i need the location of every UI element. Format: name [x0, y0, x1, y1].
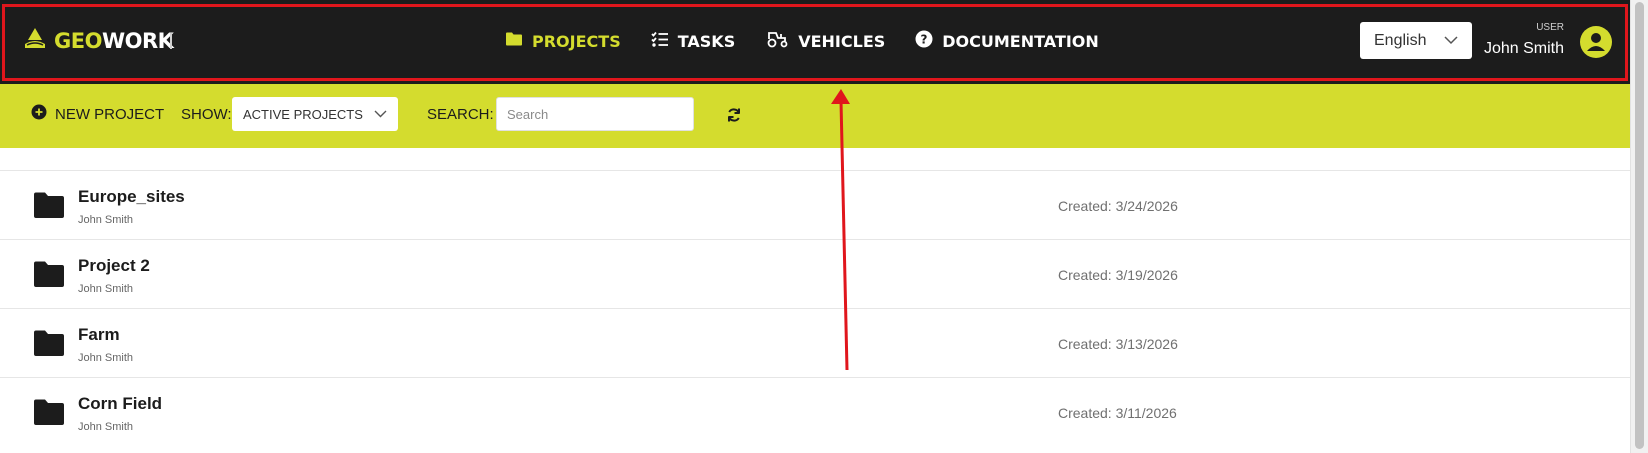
project-owner: John Smith	[78, 283, 134, 295]
refresh-button[interactable]	[724, 105, 744, 125]
scrollbar-thumb[interactable]	[1635, 2, 1644, 449]
avatar[interactable]	[1580, 26, 1612, 58]
user-role: USER	[1536, 22, 1564, 33]
new-project-button[interactable]: NEW PROJECT	[31, 104, 164, 125]
list-item[interactable]: Corn Field John Smith Created: 3/11/2026	[0, 377, 1630, 446]
project-owner: John Smith	[78, 214, 134, 226]
top-nav-bar: GEOWORK PROJECTS TASKS VEHICLES ? DOCUME…	[0, 0, 1630, 84]
project-name: Corn Field	[78, 394, 163, 413]
language-select[interactable]: English	[1360, 22, 1472, 59]
nav-tasks-label: TASKS	[677, 31, 736, 51]
show-filter-select[interactable]: ACTIVE PROJECTS	[232, 97, 398, 131]
nav-documentation-label: DOCUMENTATION	[942, 31, 1099, 51]
logo-text: GEOWORK	[54, 29, 174, 53]
show-filter-value: ACTIVE PROJECTS	[243, 106, 363, 122]
refresh-icon	[728, 108, 740, 122]
project-created-date: Created: 3/11/2026	[1058, 405, 1177, 421]
project-name: Farm	[78, 325, 120, 344]
chevron-down-icon	[1444, 32, 1458, 50]
project-created-date: Created: 3/13/2026	[1058, 336, 1178, 352]
main-nav: PROJECTS TASKS VEHICLES ? DOCUMENTATION	[505, 26, 1099, 56]
nav-documentation[interactable]: ? DOCUMENTATION	[915, 30, 1099, 52]
plus-circle-icon	[31, 104, 47, 125]
checklist-icon	[651, 31, 669, 51]
folder-icon	[34, 261, 64, 292]
folder-icon	[34, 330, 64, 361]
svg-text:?: ?	[921, 33, 928, 47]
logo-icon	[22, 26, 48, 57]
folder-icon	[34, 399, 64, 430]
folder-icon	[34, 192, 64, 223]
list-item[interactable]: Farm John Smith Created: 3/13/2026	[0, 308, 1630, 377]
nav-projects-label: PROJECTS	[532, 31, 621, 51]
tractor-icon	[765, 30, 789, 52]
nav-tasks[interactable]: TASKS	[651, 31, 736, 51]
folder-icon	[505, 31, 523, 51]
nav-vehicles[interactable]: VEHICLES	[765, 30, 885, 52]
list-item[interactable]: Project 2 John Smith Created: 3/19/2026	[0, 239, 1630, 308]
nav-projects[interactable]: PROJECTS	[505, 31, 621, 51]
search-input[interactable]	[496, 97, 694, 131]
show-label: SHOW:	[181, 106, 232, 123]
project-created-date: Created: 3/24/2026	[1058, 198, 1178, 214]
project-name: Europe_sites	[78, 187, 185, 206]
project-name: Project 2	[78, 256, 150, 275]
chevron-down-icon	[374, 105, 387, 123]
user-name: John Smith	[1483, 40, 1564, 57]
list-item[interactable]: Europe_sites John Smith Created: 3/24/20…	[0, 170, 1630, 239]
scrollbar[interactable]	[1630, 0, 1648, 453]
main-area: GEOWORK PROJECTS TASKS VEHICLES ? DOCUME…	[0, 0, 1630, 453]
user-menu[interactable]: USER John Smith	[1484, 20, 1618, 64]
project-list: Europe_sites John Smith Created: 3/24/20…	[0, 170, 1630, 446]
project-toolbar: NEW PROJECT SHOW: ACTIVE PROJECTS SEARCH…	[0, 84, 1630, 148]
user-icon	[1587, 33, 1605, 51]
help-circle-icon: ?	[915, 30, 933, 52]
project-owner: John Smith	[78, 352, 134, 364]
new-project-label: NEW PROJECT	[55, 106, 165, 123]
language-value: English	[1374, 31, 1427, 49]
project-owner: John Smith	[78, 421, 134, 433]
logo-divider	[170, 33, 172, 49]
project-created-date: Created: 3/19/2026	[1058, 267, 1178, 283]
search-label: SEARCH:	[427, 106, 494, 123]
logo[interactable]: GEOWORK	[22, 26, 174, 57]
page: GEOWORK PROJECTS TASKS VEHICLES ? DOCUME…	[0, 0, 1648, 453]
nav-vehicles-label: VEHICLES	[798, 31, 886, 51]
